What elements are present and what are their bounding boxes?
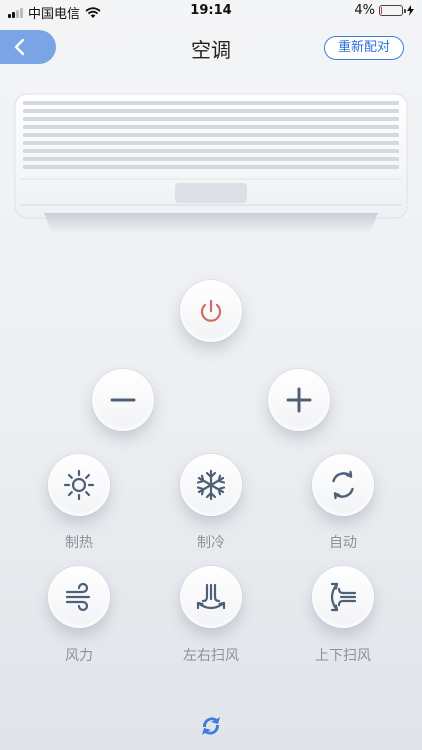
cool-mode-button[interactable] [180, 454, 242, 516]
vertical-swing-icon [330, 582, 357, 612]
auto-mode-button[interactable] [312, 454, 374, 516]
power-button[interactable] [180, 280, 242, 342]
snowflake-icon [196, 469, 226, 501]
swing-left-right-button[interactable] [180, 566, 242, 628]
fan-speed-label: 风力 [65, 648, 93, 664]
horizontal-swing-icon [196, 583, 226, 610]
temperature-down-button[interactable] [92, 369, 154, 431]
brand-logo-icon [202, 717, 220, 735]
swing-up-down-button[interactable] [312, 566, 374, 628]
re-pair-button[interactable]: 重新配对 [323, 36, 404, 60]
charging-icon [407, 5, 414, 16]
battery-percent: 4% [354, 3, 375, 18]
sun-icon [63, 469, 95, 501]
auto-mode-label: 自动 [329, 535, 357, 551]
auto-cycle-icon [332, 470, 354, 500]
heat-mode-button[interactable] [48, 454, 110, 516]
swing-left-right-label: 左右扫风 [183, 648, 239, 664]
status-bar: 中国电信 19:14 4% [0, 0, 422, 22]
heat-mode-label: 制热 [65, 535, 93, 551]
plus-icon [286, 387, 312, 413]
temperature-up-button[interactable] [268, 369, 330, 431]
minus-icon [110, 398, 136, 402]
power-icon [200, 299, 222, 322]
cool-mode-label: 制冷 [197, 535, 225, 551]
nav-bar: 空调 重新配对 [0, 30, 422, 66]
air-conditioner-illustration [14, 93, 408, 236]
battery-icon [379, 5, 406, 16]
status-right: 4% [354, 3, 414, 18]
fan-speed-button[interactable] [48, 566, 110, 628]
wind-icon [65, 582, 91, 612]
swing-up-down-label: 上下扫风 [315, 648, 371, 664]
